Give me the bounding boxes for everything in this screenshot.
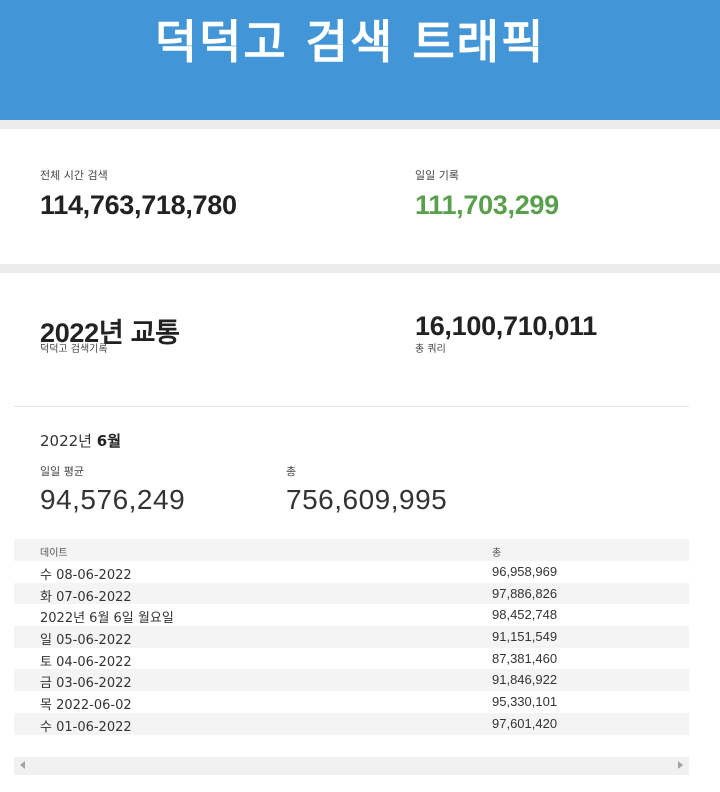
row-date: 화 07-06-2022	[40, 589, 132, 605]
row-date: 금 03-06-2022	[40, 676, 132, 692]
month-total-label: 총	[286, 465, 297, 478]
column-header-date[interactable]: 데이트	[40, 544, 68, 559]
month-total-value: 756,609,995	[286, 484, 448, 515]
row-date: 일 05-06-2022	[40, 633, 132, 649]
table-row: 수 01-06-2022 97,601,420	[14, 712, 689, 735]
yearly-card: 2022년 교통 덕덕고 검색기록 16,100,710,011 총 쿼리 20…	[0, 273, 720, 792]
row-total: 87,381,460	[492, 650, 558, 666]
horizontal-scrollbar[interactable]	[14, 757, 689, 775]
scroll-right-arrow-icon[interactable]	[678, 761, 683, 769]
table-row: 화 07-06-2022 97,886,826	[14, 582, 689, 605]
summary-card: 전체 시간 검색 114,763,718,780 일일 기록 111,703,2…	[0, 129, 720, 264]
table-row: 목 2022-06-02 95,330,101	[14, 691, 689, 713]
table-row: 금 03-06-2022 91,846,922	[14, 669, 689, 691]
row-total: 95,330,101	[492, 694, 558, 710]
row-total: 91,846,922	[492, 672, 558, 688]
row-total: 97,886,826	[492, 585, 558, 601]
table-header-row: 데이트 총	[14, 539, 689, 561]
table-row: 토 04-06-2022 87,381,460	[14, 648, 689, 670]
page-title: 덕덕고 검색 트래픽	[154, 15, 546, 69]
daily-average-label: 일일 평균	[40, 465, 84, 478]
year-total-label: 총 쿼리	[415, 344, 446, 355]
row-date: 토 04-06-2022	[40, 654, 132, 670]
row-date: 2022년 6월 6일 월요일	[40, 611, 174, 627]
daily-record-label: 일일 기록	[415, 169, 459, 182]
daily-average-value: 94,576,249	[40, 484, 186, 515]
daily-record-value: 111,703,299	[415, 190, 559, 220]
daily-table: 데이트 총 수 08-06-2022 96,958,969 화 07-06-20…	[14, 539, 689, 735]
month-name: 6월	[96, 432, 122, 450]
table-row: 일 05-06-2022 91,151,549	[14, 626, 689, 648]
section-divider	[14, 406, 689, 407]
scroll-left-arrow-icon[interactable]	[20, 761, 25, 769]
table-row: 2022년 6월 6일 월요일 98,452,748	[14, 604, 689, 626]
header-banner: 덕덕고 검색 트래픽	[0, 0, 720, 120]
row-date: 수 01-06-2022	[40, 719, 132, 735]
month-year: 2022년	[40, 432, 92, 450]
row-total: 96,958,969	[492, 564, 558, 579]
all-time-label: 전체 시간 검색	[40, 169, 108, 182]
column-header-total[interactable]: 총	[492, 544, 501, 559]
table-row: 수 08-06-2022 96,958,969	[14, 561, 689, 583]
row-date: 수 08-06-2022	[40, 568, 132, 583]
year-subtitle: 덕덕고 검색기록	[40, 344, 108, 355]
all-time-value: 114,763,718,780	[40, 190, 237, 220]
row-total: 97,601,420	[492, 715, 558, 731]
year-total-value: 16,100,710,011	[415, 311, 597, 341]
row-total: 98,452,748	[492, 607, 558, 623]
row-total: 91,151,549	[492, 629, 558, 645]
row-date: 목 2022-06-02	[40, 698, 132, 714]
month-heading: 2022년 6월	[40, 430, 121, 451]
